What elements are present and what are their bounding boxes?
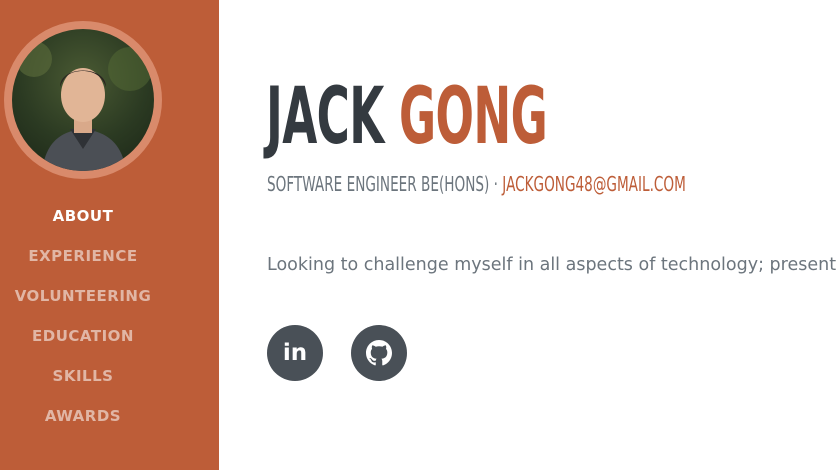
email-link[interactable]: JACKGONG48@GMAIL.COM	[502, 172, 686, 196]
sidebar: ABOUT EXPERIENCE VOLUNTEERING EDUCATION …	[0, 0, 219, 470]
nav-item-volunteering[interactable]: VOLUNTEERING	[0, 276, 166, 316]
sidebar-nav: ABOUT EXPERIENCE VOLUNTEERING EDUCATION …	[0, 196, 166, 436]
about-section: JACK GONG SOFTWARE ENGINEER BE(HONS) · J…	[219, 0, 840, 470]
nav-item-awards[interactable]: AWARDS	[0, 396, 166, 436]
separator: ·	[489, 172, 503, 196]
nav-item-skills[interactable]: SKILLS	[0, 356, 166, 396]
nav-item-education[interactable]: EDUCATION	[0, 316, 166, 356]
github-button[interactable]	[351, 325, 407, 381]
page-title: JACK GONG	[266, 72, 548, 162]
linkedin-icon: in	[282, 340, 308, 366]
nav-item-about[interactable]: ABOUT	[0, 196, 166, 236]
nav-item-experience[interactable]: EXPERIENCE	[0, 236, 166, 276]
first-name: JACK	[266, 72, 384, 162]
github-icon	[366, 340, 392, 366]
last-name: GONG	[398, 72, 548, 162]
job-title: SOFTWARE ENGINEER BE(HONS)	[267, 172, 490, 196]
lead-text: Looking to challenge myself in all aspec…	[267, 255, 840, 275]
profile-photo	[12, 29, 154, 171]
linkedin-button[interactable]: in	[267, 325, 323, 381]
subheading: SOFTWARE ENGINEER BE(HONS) · JACKGONG48@…	[267, 172, 686, 196]
avatar	[4, 21, 162, 179]
